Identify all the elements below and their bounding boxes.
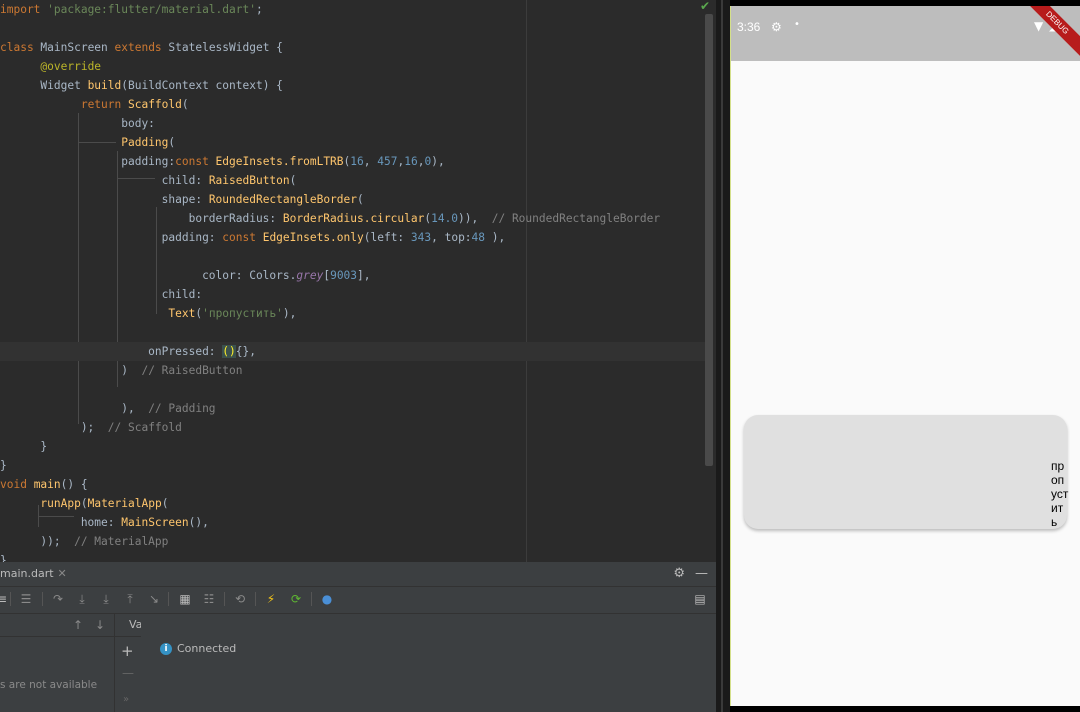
remove-icon[interactable]: — [122,666,134,680]
editor-scrollbar[interactable] [705,14,713,466]
code-line[interactable]: child: RaisedButton( [0,171,297,190]
arrow-down-icon[interactable]: ↓ [92,617,108,633]
code-line[interactable]: borderRadius: BorderRadius.circular(14.0… [0,209,661,228]
code-line[interactable]: ); // Scaffold [0,418,182,437]
phone-emulator: 3:36 ⚙ • ▼ ◢ DEBUG пропустить [730,6,1080,706]
toolbar-separator [311,592,312,606]
code-line[interactable]: class MainScreen extends StatelessWidget… [0,38,283,57]
info-icon: i [160,643,172,655]
code-line[interactable]: padding: const EdgeInsets.only(left: 343… [0,228,506,247]
code-line[interactable]: } [0,437,47,456]
console-icon[interactable]: ≡ [0,591,10,607]
hot-reload-icon[interactable]: ⚡ [263,591,279,607]
add-icon[interactable]: + [121,642,134,660]
minimize-icon[interactable]: — [695,566,708,581]
debug-tool-window: main.dart ✕ ⚙ — ≡ ☰ ↷ ⤓ ⤓ ⤒ ↘ ▦ ☷ ⟲ ⚡ ⟳ ● [0,562,716,712]
code-line[interactable]: home: MainScreen(), [0,513,209,532]
evaluate-icon[interactable]: ▦ [177,591,193,607]
code-line[interactable]: } [0,456,7,475]
inspection-ok-icon[interactable]: ✔ [700,0,710,12]
code-line[interactable]: return Scaffold( [0,95,189,114]
tab-main-dart[interactable]: main.dart ✕ [0,562,73,586]
toolbar-separator [255,592,256,606]
step-out-icon[interactable]: ⤒ [122,591,138,607]
notification-dot-icon: • [794,19,800,30]
window-divider [716,0,730,712]
list-icon[interactable]: ☰ [18,591,34,607]
wifi-icon: ▼ [1034,19,1044,33]
frames-panel: ↑ ↓ s are not available [0,614,114,712]
force-step-into-icon[interactable]: ⤓ [98,591,114,607]
code-line[interactable]: } [0,551,7,562]
tool-tab-bar: main.dart ✕ ⚙ — [0,562,716,587]
variables-panel: i Connected [141,614,716,712]
code-line[interactable]: )); // MaterialApp [0,532,168,551]
arrow-up-icon[interactable]: ↑ [70,617,86,633]
devtools-icon[interactable]: ● [319,591,335,607]
toolbar-separator [224,592,225,606]
toolbar-separator [10,592,11,606]
run-to-cursor-icon[interactable]: ↘ [146,591,162,607]
code-line[interactable]: ) // RaisedButton [0,361,242,380]
step-over-icon[interactable]: ↷ [50,591,66,607]
code-line[interactable]: body: [0,114,155,133]
trace-icon[interactable]: ☷ [201,591,217,607]
debug-toolbar: ≡ ☰ ↷ ⤓ ⤓ ⤒ ↘ ▦ ☷ ⟲ ⚡ ⟳ ● ▤ [0,587,716,614]
code-line[interactable]: shape: RoundedRectangleBorder( [0,190,364,209]
code-line[interactable]: void main() { [0,475,88,494]
connected-status: Connected [177,642,237,655]
layout-icon[interactable]: ▤ [692,591,708,607]
code-line[interactable]: color: Colors.grey[9003], [0,266,370,285]
right-margin-guide [526,0,527,562]
step-into-icon[interactable]: ⤓ [74,591,90,607]
code-line[interactable]: Text('пропустить'), [0,304,296,323]
tab-label: main.dart [0,567,54,580]
hot-restart-icon[interactable]: ⟳ [288,591,304,607]
code-line[interactable]: ), // Padding [0,399,215,418]
settings-icon: ⚙ [771,20,782,34]
frames-panel-header: ↑ ↓ [0,614,114,637]
code-line[interactable]: @override [0,57,101,76]
ide-window: ✔ import 'package:flutter/material.dart'… [0,0,716,712]
code-line[interactable]: padding:const EdgeInsets.fromLTRB(16, 45… [0,152,444,171]
toolbar-separator [168,592,169,606]
debug-banner: DEBUG [1016,6,1080,64]
code-line[interactable]: Padding( [0,133,175,152]
more-icon[interactable]: » [123,694,129,705]
restore-icon[interactable]: ⟲ [232,591,248,607]
frames-not-available-text: s are not available [0,679,98,691]
code-line[interactable]: import 'package:flutter/material.dart'; [0,0,263,19]
code-line[interactable]: onPressed: (){}, [0,342,705,361]
status-bar: 3:36 ⚙ • ▼ ◢ DEBUG [731,6,1080,64]
code-line[interactable]: runApp(MaterialApp( [0,494,168,513]
code-line[interactable]: Widget build(BuildContext context) { [0,76,283,95]
close-icon[interactable]: ✕ [58,567,67,580]
code-editor[interactable]: ✔ import 'package:flutter/material.dart'… [0,0,716,562]
status-time: 3:36 [737,20,761,34]
skip-button[interactable]: пропустить [744,415,1069,529]
skip-button-label: пропустить [1051,459,1069,529]
toolbar-separator [42,592,43,606]
gear-icon[interactable]: ⚙ [673,566,685,581]
code-line[interactable]: child: [0,285,202,304]
